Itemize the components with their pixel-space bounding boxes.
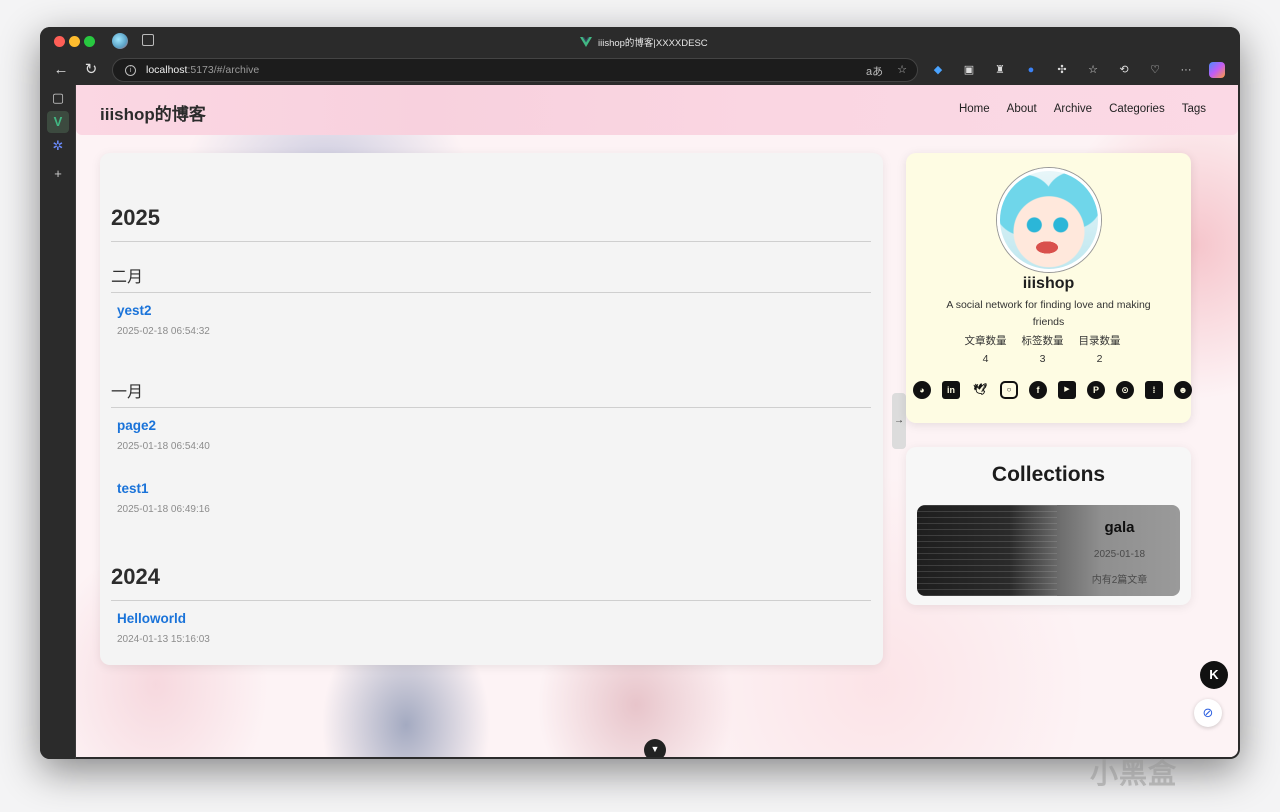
copilot-icon[interactable] — [1209, 62, 1225, 78]
minimize-window-button[interactable] — [69, 36, 80, 47]
stat-label: 文章数量 — [964, 335, 1007, 347]
post-date: 2025-01-18 06:54:40 — [117, 441, 210, 452]
post-title-link[interactable]: yest2 — [117, 303, 152, 318]
stat-categories[interactable]: 目录数量 2 — [1078, 333, 1121, 365]
profile-name: iiishop — [1022, 275, 1075, 292]
sidebar-tab-vue-icon[interactable]: V — [47, 111, 69, 133]
browser-profile-icon[interactable] — [112, 33, 128, 49]
close-window-button[interactable] — [54, 36, 65, 47]
stat-value: 2 — [1096, 353, 1103, 365]
month-heading: 一月 — [111, 384, 144, 401]
steam-icon[interactable]: ⊙ — [1116, 381, 1134, 399]
address-host: localhost — [146, 64, 188, 76]
extension-screen-icon[interactable]: ▣ — [961, 62, 977, 78]
linkedin-icon[interactable]: in — [942, 381, 960, 399]
social-links: ◕ in 🕊 ○ f ▶ P ⊙ ⁞ ☻ — [913, 381, 1192, 399]
year-heading: 2024 — [111, 564, 160, 589]
vue-logo-icon — [580, 37, 592, 47]
back-icon[interactable]: ← — [52, 61, 70, 79]
pinterest-icon[interactable]: P — [1087, 381, 1105, 399]
divider — [111, 292, 871, 293]
divider — [111, 407, 871, 408]
collections-title: Collections — [991, 463, 1106, 486]
nav-categories[interactable]: Categories — [1109, 103, 1165, 115]
avatar — [997, 168, 1101, 272]
profile-card: iiishop A social network for finding lov… — [906, 153, 1192, 423]
twitch-icon[interactable]: ⁞ — [1145, 381, 1163, 399]
watermark-logo: 小黑盒 — [1090, 758, 1178, 789]
browser-window: iiishop的博客|XXXXDESC ← ↻ i localhost:5173… — [40, 27, 1240, 759]
vertical-tab-sidebar: ▢ V ✲ + — [40, 85, 76, 759]
extension-gem-icon[interactable]: ◆ — [930, 62, 946, 78]
post-title-link[interactable]: Helloworld — [117, 611, 186, 626]
archive-card: 2025 二月 yest2 2025-02-18 06:54:32 一月 pag… — [100, 153, 883, 665]
stat-value: 4 — [982, 353, 989, 365]
twitter-icon[interactable]: 🕊 — [971, 381, 989, 399]
nav-home[interactable]: Home — [959, 103, 990, 115]
collection-cover-image — [917, 505, 1057, 596]
site-header: iiishop的博客 Home About Archive Categories… — [76, 85, 1238, 135]
page-viewport: iiishop的博客 Home About Archive Categories… — [76, 85, 1238, 757]
stat-value: 3 — [1039, 353, 1046, 365]
stat-articles[interactable]: 文章数量 4 — [964, 333, 1007, 365]
post-title-link[interactable]: test1 — [117, 481, 149, 496]
translate-icon[interactable]: aあ — [866, 63, 883, 79]
nav-archive[interactable]: Archive — [1054, 103, 1092, 115]
stat-label: 标签数量 — [1021, 335, 1064, 347]
title-bar: iiishop的博客|XXXXDESC — [40, 27, 1240, 55]
post-title-link[interactable]: page2 — [117, 418, 156, 433]
scroll-down-chevron-icon[interactable]: ▼ — [644, 739, 666, 757]
stat-label: 目录数量 — [1078, 335, 1121, 347]
floating-chat-icon[interactable]: ⊘ — [1194, 699, 1222, 727]
profile-stats: 文章数量 4 标签数量 3 目录数量 2 — [964, 333, 1121, 365]
month-heading: 二月 — [111, 269, 144, 286]
collections-card: Collections gala 2025-01-18 内有2篇文章 — [906, 447, 1191, 605]
post-date: 2025-01-18 06:49:16 — [117, 504, 210, 515]
instagram-icon[interactable]: ○ — [1000, 381, 1018, 399]
extension-blue-icon[interactable]: ● — [1023, 62, 1039, 78]
profile-description: A social network for finding love and ma… — [946, 299, 1151, 328]
divider — [111, 241, 871, 242]
stat-tags[interactable]: 标签数量 3 — [1021, 333, 1064, 365]
extension-shirt-icon[interactable]: ♜ — [992, 62, 1008, 78]
reddit-icon[interactable]: ☻ — [1174, 381, 1192, 399]
tab-title-text: iiishop的博客|XXXXDESC — [598, 38, 708, 49]
post-date: 2025-02-18 06:54:32 — [117, 326, 210, 337]
collection-date: 2025-01-18 — [1093, 549, 1146, 560]
nav-tags[interactable]: Tags — [1182, 103, 1206, 115]
site-info-icon[interactable]: i — [125, 64, 136, 76]
address-path: :5173/#/archive — [187, 64, 260, 76]
site-nav: Home About Archive Categories Tags — [959, 103, 1206, 115]
extensions-puzzle-icon[interactable]: ✣ — [1054, 62, 1070, 78]
facebook-icon[interactable]: f — [1029, 381, 1047, 399]
collection-name: gala — [1104, 519, 1135, 536]
divider — [111, 600, 871, 601]
address-bar[interactable]: i localhost:5173/#/archive aあ ☆ — [112, 58, 918, 82]
post-date: 2024-01-13 15:16:03 — [117, 634, 210, 645]
collection-item[interactable]: gala 2025-01-18 内有2篇文章 — [917, 505, 1180, 596]
nav-about[interactable]: About — [1007, 103, 1037, 115]
tab-actions-icon[interactable] — [142, 34, 154, 46]
browser-toolbar: ← ↻ i localhost:5173/#/archive aあ ☆ ◆ ▣ … — [40, 55, 1240, 85]
sidebar-panel-icon[interactable]: ▢ — [47, 87, 69, 109]
site-title[interactable]: iiishop的博客 — [100, 100, 206, 125]
extensions-bar: ◆ ▣ ♜ ● ✣ ☆ ⟲ ♡ ··· — [930, 62, 1225, 78]
active-tab[interactable]: iiishop的博客|XXXXDESC — [580, 35, 708, 49]
favorites-icon[interactable]: ☆ — [1085, 62, 1101, 78]
sidebar-toggle-arrow-icon[interactable]: → — [892, 393, 906, 449]
performance-icon[interactable]: ♡ — [1147, 62, 1163, 78]
history-icon[interactable]: ⟲ — [1116, 62, 1132, 78]
year-heading: 2025 — [111, 205, 160, 230]
collection-count: 内有2篇文章 — [1091, 575, 1148, 586]
favorite-star-icon[interactable]: ☆ — [897, 63, 907, 79]
sidebar-tab-settings-icon[interactable]: ✲ — [47, 135, 69, 157]
reload-icon[interactable]: ↻ — [82, 61, 100, 79]
maximize-window-button[interactable] — [84, 36, 95, 47]
github-icon[interactable]: ◕ — [913, 381, 931, 399]
floating-k-icon[interactable]: K — [1200, 661, 1228, 689]
youtube-icon[interactable]: ▶ — [1058, 381, 1076, 399]
new-tab-plus-icon[interactable]: + — [47, 163, 69, 185]
more-menu-icon[interactable]: ··· — [1178, 62, 1194, 78]
